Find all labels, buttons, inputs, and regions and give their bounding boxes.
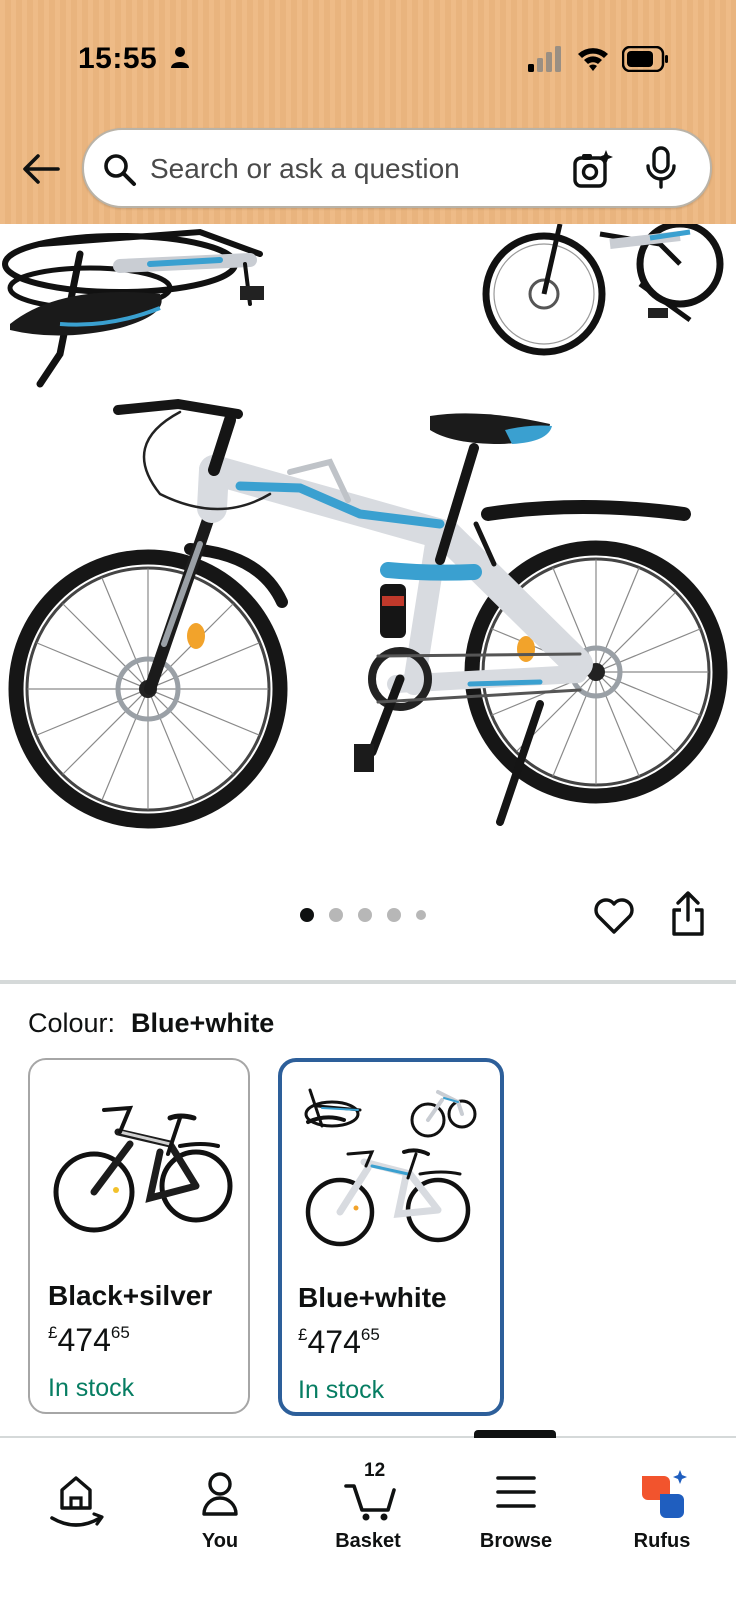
rufus-chat-icon [642,1470,687,1518]
heart-icon[interactable] [592,894,636,938]
pager-dot[interactable] [358,908,372,922]
option-price: £47465 [298,1324,380,1360]
search-bar[interactable] [82,128,712,208]
colour-variation-heading: Colour: Blue+white [28,1008,274,1039]
nav-rufus-label: Rufus [633,1530,691,1552]
nav-rufus[interactable]: Rufus [602,1458,722,1578]
battery-icon [622,46,668,72]
pager-dot[interactable] [387,908,401,922]
cart-icon [344,1484,396,1521]
status-time: 15:55 [78,42,158,75]
pager-dot[interactable] [329,908,343,922]
pager-dot[interactable] [300,908,314,922]
colour-option-black-silver[interactable]: Black+silver £47465 In stock [28,1058,250,1414]
arrow-left-icon [23,154,60,184]
back-button[interactable] [18,146,64,192]
option-name: Blue+white [298,1282,447,1313]
wifi-icon [578,48,608,71]
app-header: 15:55 [0,0,736,224]
bottom-navigation: You 12 Basket Browse Rufus [0,1430,736,1600]
nav-browse[interactable]: Browse [456,1458,576,1578]
blue-white-bike-thumbnail [304,1088,477,1247]
active-tab-indicator [474,1430,556,1438]
nav-basket[interactable]: 12 Basket [308,1458,428,1578]
cellular-signal-icon [528,46,561,72]
nav-home[interactable] [14,1458,134,1578]
colour-selected-value: Blue+white [131,1008,275,1038]
nav-browse-label: Browse [479,1530,553,1552]
option-name: Black+silver [48,1280,213,1311]
status-bar: 15:55 [0,36,736,86]
section-divider [0,980,736,984]
black-silver-bike-thumbnail [53,1105,233,1233]
nav-basket-label: Basket [335,1530,401,1552]
colour-option-blue-white[interactable]: Blue+white £47465 In stock [278,1058,504,1416]
option-availability: In stock [298,1376,385,1404]
product-image-gallery[interactable] [0,224,736,980]
camera-sparkle-icon[interactable] [572,148,614,190]
colour-label: Colour: [28,1008,116,1038]
nav-you-label: You [201,1530,239,1552]
share-icon[interactable] [668,890,708,938]
image-pager[interactable] [300,908,426,922]
search-input[interactable] [150,148,550,190]
menu-icon [496,1476,536,1508]
nav-you[interactable]: You [160,1458,280,1578]
home-smile-icon [50,1476,104,1527]
search-icon [104,154,136,186]
microphone-icon[interactable] [644,146,678,190]
product-image [2,224,728,829]
person-icon [171,47,189,68]
person-icon [202,1472,238,1516]
option-availability: In stock [48,1374,135,1402]
option-price: £47465 [48,1322,130,1358]
pager-dot[interactable] [416,910,426,920]
